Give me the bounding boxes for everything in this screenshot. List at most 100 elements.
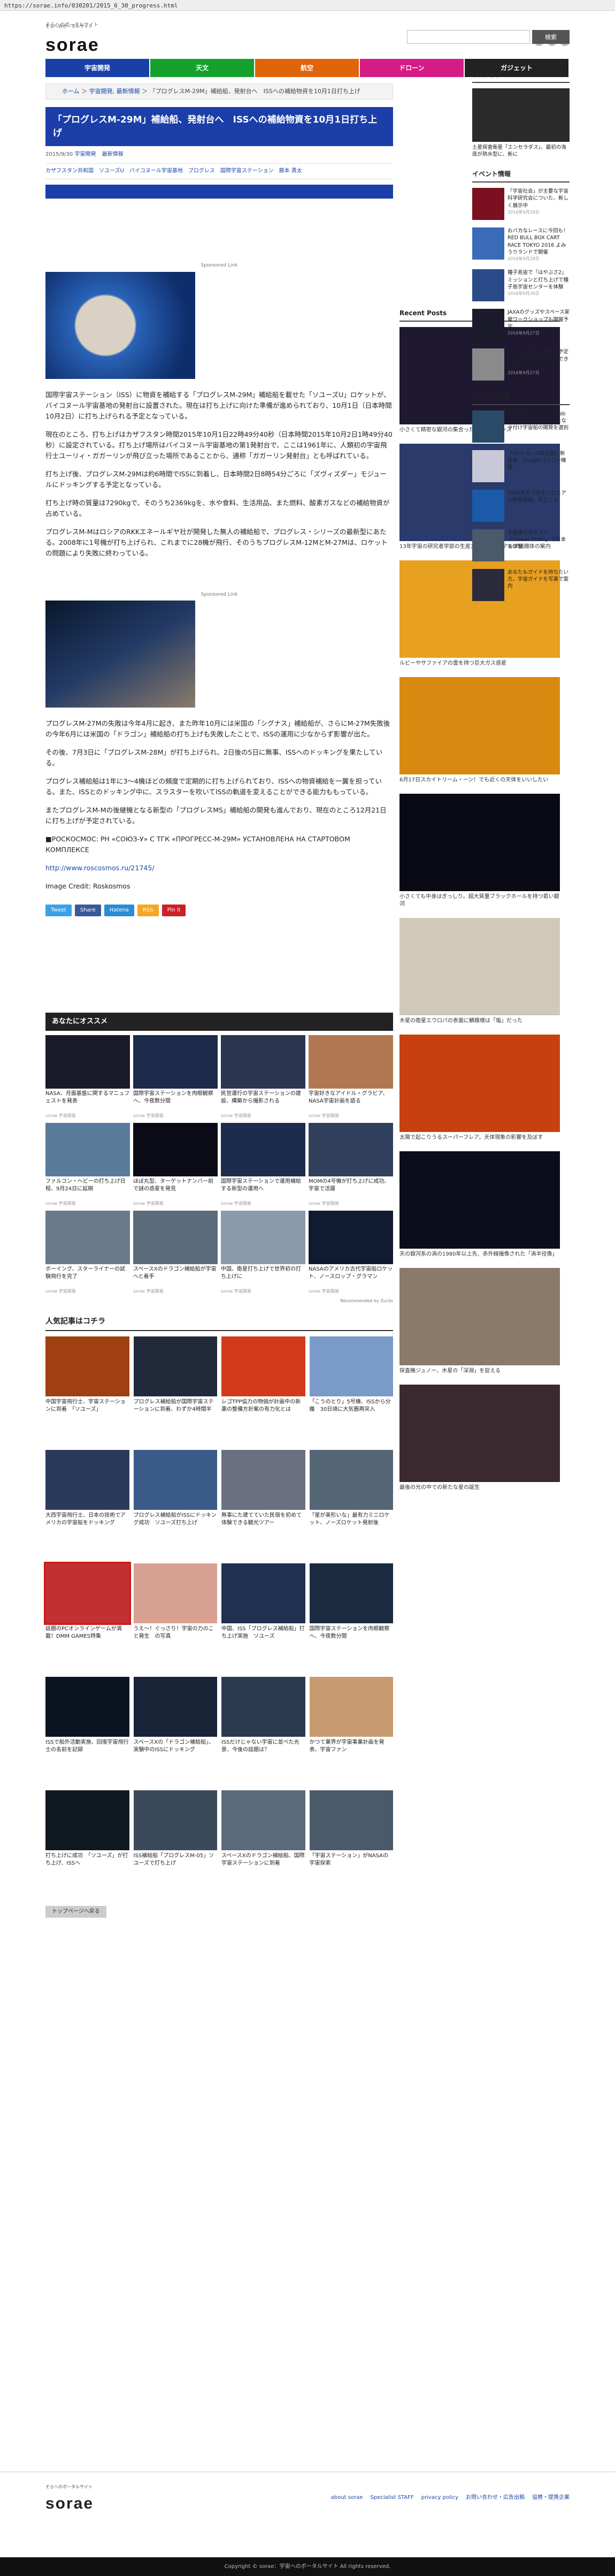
- nav-item[interactable]: 天文: [150, 59, 255, 77]
- recent-post[interactable]: 天の銀河系の渦の1980年以上先、赤外線撮像された「渦半径像」: [399, 1151, 560, 1258]
- browser-url-bar[interactable]: https://sorae.info/030201/2015_6_30_prog…: [0, 0, 615, 11]
- tag-link[interactable]: プログレス: [188, 168, 215, 174]
- popular-card[interactable]: レゴTPP協力の物価が計画中の新薬の整備方針案の有力化とは: [221, 1336, 305, 1446]
- popular-card[interactable]: ISSで船外活動実施、回復宇宙飛行士の名前を記録: [45, 1676, 129, 1786]
- pickup-image[interactable]: [472, 88, 570, 142]
- tag-link[interactable]: 藤本 勇太: [279, 168, 302, 174]
- popular-card[interactable]: 打ち上げに成功 「ソユーズ」が打ち上げ、ISSへ: [45, 1790, 129, 1899]
- breadcrumb-home[interactable]: ホーム: [62, 88, 80, 95]
- popular-card[interactable]: 無事にた建てていた民宿を初めて体験できる観光ツアー: [221, 1449, 305, 1559]
- footer-link[interactable]: Specialist STAFF: [371, 2494, 414, 2502]
- back-to-top-button[interactable]: トップページへ戻る: [45, 1905, 106, 1918]
- popular-card[interactable]: スペースXのドラゴン補給船、国際宇宙ステーションに到着: [221, 1790, 305, 1899]
- column-text: あなたもガイドを持ちたい方。宇宙ガイドを写真で案内: [508, 569, 569, 590]
- footer-logo[interactable]: そらへのポータルサイト sorae: [45, 2484, 94, 2517]
- article-paragraph: 打ち上げ時の質量は7290kgで、そのうち2369kgを、水や食料、生活用品、ま…: [45, 498, 390, 518]
- recent-post[interactable]: 太陽で起こりうるスーパーフレア。天体現象の影響を及ぼす: [399, 1035, 560, 1142]
- source-link[interactable]: http://www.roscosmos.ru/21745/: [45, 864, 154, 872]
- popular-card[interactable]: うえ～！ぐっさり！宇宙の力のこと発生 の写真: [133, 1563, 217, 1673]
- card-title: うえ～！ぐっさり！宇宙の力のこと発生 の写真: [133, 1625, 214, 1639]
- column-thumbnail: [472, 489, 504, 522]
- share-button[interactable]: Share: [74, 905, 101, 917]
- column-item[interactable]: 2016年までのエンジニアの開発技術、見どころ: [472, 489, 570, 522]
- footer-link[interactable]: お問い合わせ・広告出稿: [466, 2494, 525, 2502]
- popular-card[interactable]: 話題のPCオンラインゲームが満載！DMM GAMES特集: [44, 1561, 131, 1673]
- recommend-card[interactable]: NASA、月面基盤に関するマニュフェストを発表 sorae 宇宙開発: [45, 1035, 130, 1120]
- popular-card[interactable]: 「宇宙ステーション」がNASAの宇宙探索: [309, 1790, 393, 1899]
- popular-card[interactable]: 中国、ISS「プログレス補給船」打ち上げ実施 ソユーズ: [221, 1563, 305, 1673]
- event-item[interactable]: おバカなレースに今回も！ RED BULL BOX CART RACE TOKY…: [472, 227, 570, 262]
- event-item[interactable]: 「宇宙社会」が主要な宇宙科学研究会についた、新しく展示中 2016年9月28日: [472, 187, 570, 220]
- column-item[interactable]: あなたもガイドを持ちたい方。宇宙ガイドを写真で案内: [472, 568, 570, 601]
- category-link[interactable]: 宇宙開発: [74, 151, 96, 157]
- recommend-card[interactable]: ボーイング、スターライナーの試験飛行を完了 sorae 宇宙開発: [45, 1210, 130, 1295]
- event-text: トヨタ「宇宙で実験」予定のカプセル乗りを見学できる展示 2016年9月27日: [508, 348, 570, 381]
- post-title: 小さくても中身はぎっしり。超大質量ブラックホールを持つ若い銀河: [399, 894, 559, 908]
- tag-link[interactable]: 国際宇宙ステーション: [220, 168, 274, 174]
- recommend-card[interactable]: 国際宇宙ステーションを肉眼観察へ、今夜数分間 sorae 宇宙開発: [133, 1035, 218, 1120]
- column-item[interactable]: 宇宙船をしない。Kaibab Space Programが新たなラ付け宇宙船の開…: [472, 410, 570, 443]
- card-title: 国際宇宙ステーションで運用補給する新型の運用へ: [221, 1178, 301, 1192]
- column-item[interactable]: 宇宙論でのカメラ「Flower Photo」で日本を体験: [472, 529, 570, 561]
- footer-link[interactable]: 協賛・提携企業: [532, 2494, 570, 2502]
- event-item[interactable]: トヨタ「宇宙で実験」予定のカプセル乗りを見学できる展示 2016年9月27日: [472, 348, 570, 381]
- popular-card[interactable]: 国際宇宙ステーションを肉眼観察へ、今夜数分間: [309, 1563, 393, 1673]
- pickup-text[interactable]: 土星探査衛星「エンセラダス」、最初の海底が熱水型に、新に: [472, 144, 570, 158]
- recommend-card[interactable]: NASAのアメリカ古代宇宙船ロケット、ノースロップ・グラマン sorae 宇宙開発: [309, 1210, 393, 1295]
- recommend-card[interactable]: ファルコン・ヘビーの打ち上げ日程、9月24日に延期 sorae 宇宙開発: [45, 1122, 130, 1207]
- share-button[interactable]: RSS: [137, 905, 159, 917]
- recommend-card[interactable]: ほぼ丸型、ターゲットナンバー前で謎の惑星を発見 sorae 宇宙開発: [133, 1122, 218, 1207]
- recommend-card[interactable]: 民営運行の宇宙ステーションの建設、構築から撮影される sorae 宇宙開発: [221, 1035, 305, 1120]
- tag-link[interactable]: バイコヌール宇宙基地: [129, 168, 183, 174]
- popular-heading: 人気記事はコチラ: [45, 1316, 393, 1331]
- popular-card[interactable]: プログレス補給船がISSにドッキング成功 ソユーズ打ち上げ: [133, 1449, 217, 1559]
- category-link[interactable]: 最新情報: [102, 151, 124, 157]
- popular-card[interactable]: 大西宇宙飛行士、日本の技術でアメリカの宇宙船をドッキング: [45, 1449, 129, 1559]
- popular-card[interactable]: かつて業界が宇宙事業計画を発表、宇宙ファン: [309, 1676, 393, 1786]
- column-item[interactable]: 「VAIO S」の拡大版に新搭載。Googleパソコン機種: [472, 450, 570, 482]
- recent-post[interactable]: 探査機ジュノー、木星の「深淵」を捉える: [399, 1268, 560, 1375]
- card-source: sorae 宇宙開発: [133, 1200, 164, 1206]
- recommend-card[interactable]: 宇宙好きなアイドル・グラビア、NASA宇宙計画を語る sorae 宇宙開発: [309, 1035, 393, 1120]
- share-button[interactable]: Hatena: [104, 905, 134, 917]
- event-text: おバカなレースに今回も！ RED BULL BOX CART RACE TOKY…: [508, 227, 570, 262]
- share-button[interactable]: Pin it: [162, 905, 186, 917]
- popular-card[interactable]: プログレス補給船が国際宇宙ステーションに到着、わずか4時間半: [133, 1336, 217, 1446]
- event-item[interactable]: 種子島宙で「はやぶさ2」ミッションと打ち上げで種子島宇宙センターを体験 2016年…: [472, 269, 570, 302]
- recommend-card[interactable]: MOMの4号機が打ち上げに成功、宇宙で活躍 sorae 宇宙開発: [309, 1122, 393, 1207]
- breadcrumb-category[interactable]: 宇宙開発, 最新情報: [89, 88, 140, 95]
- recent-post[interactable]: 小さくても中身はぎっしり。超大質量ブラックホールを持つ若い銀河: [399, 794, 560, 908]
- nav-item[interactable]: 航空: [255, 59, 360, 77]
- popular-card[interactable]: 「星が美形いな」最有力ミニロケット、ノーズロケット発射後: [309, 1449, 393, 1559]
- event-item[interactable]: JAXAのグッズやスペース家屋ワークショップも開催予定 2016年9月27日: [472, 309, 570, 341]
- site-logo[interactable]: そらへのポータルサイト sorae: [45, 24, 99, 59]
- search-input[interactable]: [407, 30, 530, 44]
- footer-link[interactable]: privacy policy: [421, 2494, 458, 2502]
- event-thumbnail: [472, 309, 504, 341]
- popular-card[interactable]: ISSだけじゃない宇宙に並べた光景、今後の話題は？: [221, 1676, 305, 1786]
- nav-item[interactable]: ドローン: [360, 59, 465, 77]
- recent-post[interactable]: 6月17日スカイトリーム・ーン！でも近くの天体をいいしたい: [399, 677, 560, 784]
- footer-link[interactable]: about sorae: [331, 2494, 363, 2502]
- tag-link[interactable]: ソユーズU: [99, 168, 124, 174]
- card-thumbnail: [221, 1035, 305, 1089]
- nav-item[interactable]: 宇宙開発: [45, 59, 150, 77]
- popular-card[interactable]: ISS補給船「プログレスM-05」ソユーズで打ち上げ: [133, 1790, 217, 1899]
- tag-link[interactable]: カザフスタン共和国: [45, 168, 94, 174]
- recommend-card[interactable]: スペースXのドラゴン補給船が宇宙へと着手 sorae 宇宙開発: [133, 1210, 218, 1295]
- recent-post[interactable]: 木星の衛星エウロパの表面に鱗模様は「塩」だった: [399, 918, 560, 1025]
- card-thumbnail: [133, 1676, 217, 1737]
- card-title: 国際宇宙ステーションを肉眼観察へ、今夜数分間: [309, 1625, 390, 1639]
- share-button[interactable]: Tweet: [45, 905, 72, 917]
- recommend-card[interactable]: 国際宇宙ステーションで運用補給する新型の運用へ sorae 宇宙開発: [221, 1122, 305, 1207]
- popular-card[interactable]: 「こうのとり」5号機、ISSから分離 30日頃に大気圏再突入: [309, 1336, 393, 1446]
- article-date: 2015/9/30: [45, 151, 73, 158]
- column-title: コラム・特集: [472, 391, 570, 405]
- recommend-card[interactable]: 中国、衛星打ち上げで世界初の打ち上げに sorae 宇宙開発: [221, 1210, 305, 1295]
- logo-tagline: そらへのポータルサイト: [45, 24, 93, 29]
- breadcrumb-current: 「プログレスM-29M」補給船、発射台へ ISSへの補給物資を10月1日打ち上げ: [149, 88, 360, 95]
- recent-post[interactable]: 最後の光の中での新たな星の誕生: [399, 1385, 560, 1492]
- search-button[interactable]: 検索: [532, 30, 570, 44]
- popular-card[interactable]: スペースXの「ドラゴン補給船」、実験中のISSにドッキング: [133, 1676, 217, 1786]
- popular-card[interactable]: 中国宇宙飛行士、宇宙ステーションに到着 「ソユーズ」: [45, 1336, 129, 1446]
